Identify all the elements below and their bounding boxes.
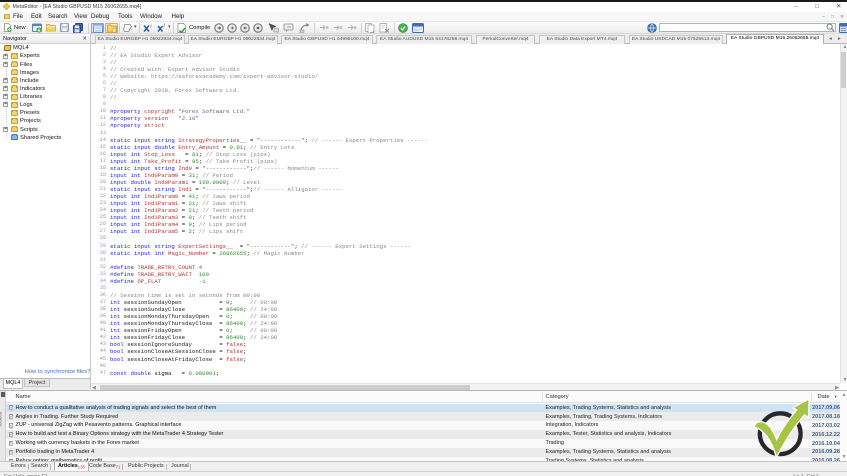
svg-text:f: f <box>164 23 166 28</box>
svg-text:y: y <box>150 23 152 28</box>
